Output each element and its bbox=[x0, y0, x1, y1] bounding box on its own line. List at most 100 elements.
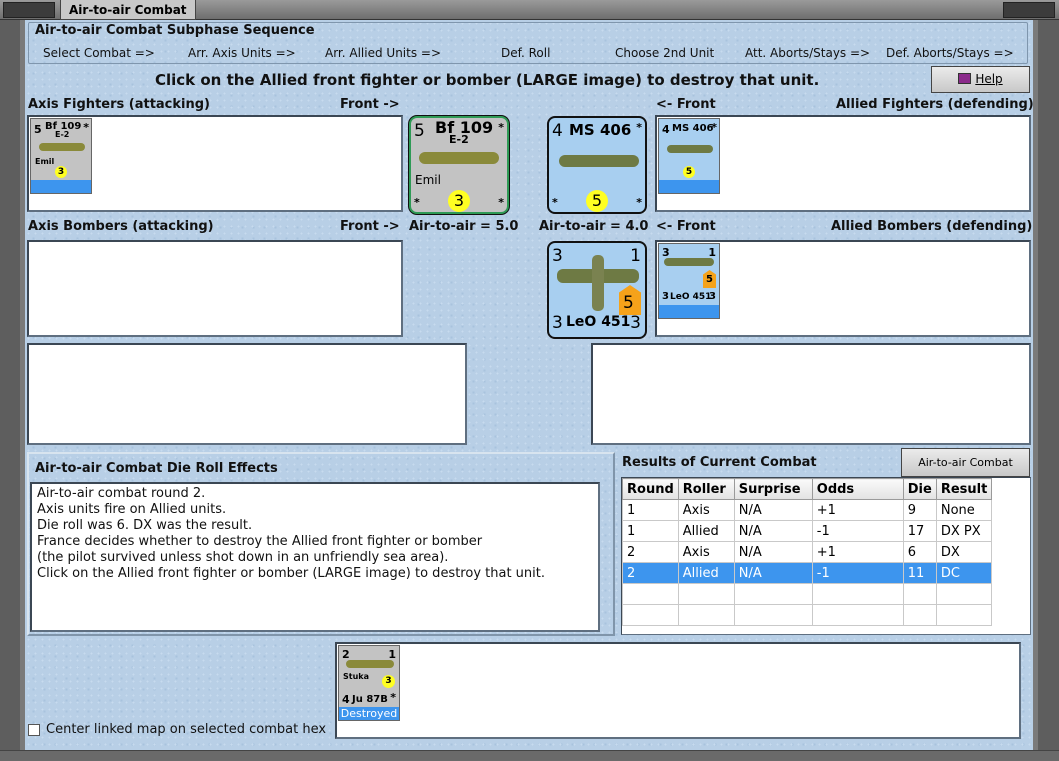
plane-icon bbox=[559, 155, 639, 167]
unit-star-br: * bbox=[498, 196, 504, 209]
col-die[interactable]: Die bbox=[902, 478, 937, 500]
allied-bomber-counter-small[interactable]: 3 1 5 3 LeO 451 3 bbox=[658, 243, 720, 319]
sequence-step-arr-allied: Arr. Allied Units => bbox=[325, 46, 442, 60]
unit-variant: E-2 bbox=[449, 133, 469, 146]
selected-band bbox=[659, 305, 719, 318]
allied-fighter-counter-small[interactable]: 4 MS 406 * 5 bbox=[658, 118, 720, 194]
unit-nickname: Emil bbox=[415, 173, 441, 187]
axis-fighters-front-label: Front -> bbox=[340, 97, 400, 112]
unit-bottom-left: 4 bbox=[342, 693, 350, 706]
allied-extra-panel[interactable] bbox=[591, 343, 1031, 445]
selected-band bbox=[31, 180, 91, 193]
system-menu-icon[interactable] bbox=[3, 2, 55, 18]
table-row-empty bbox=[622, 604, 993, 626]
effects-textbox[interactable]: Air-to-air combat round 2. Axis units fi… bbox=[30, 482, 600, 632]
cell-odds: +1 bbox=[811, 499, 904, 521]
rating-dot: 3 bbox=[382, 675, 395, 688]
unit-strength: 4 bbox=[662, 123, 670, 136]
axis-bombers-panel[interactable] bbox=[27, 240, 403, 337]
unit-top-right: 1 bbox=[630, 246, 641, 266]
allied-front-bomber-counter[interactable]: 3 1 5 3 LeO 451 3 bbox=[547, 241, 647, 339]
allied-bombers-label: Allied Bombers (defending) bbox=[831, 219, 1033, 234]
cell-odds: -1 bbox=[811, 562, 904, 584]
axis-extra-panel[interactable] bbox=[27, 343, 467, 445]
results-table: Round Roller Surprise Odds Die Result 1 … bbox=[622, 478, 993, 626]
selected-band bbox=[659, 180, 719, 193]
rating-value: 5 bbox=[706, 274, 713, 285]
cell-result: DC bbox=[935, 562, 993, 584]
sequence-step-def-roll: Def. Roll bbox=[501, 46, 551, 60]
unit-star: * bbox=[498, 121, 504, 134]
results-table-panel[interactable]: Round Roller Surprise Odds Die Result 1 … bbox=[621, 477, 1031, 635]
allied-front-fighter-counter[interactable]: 4 MS 406 * 5 * * bbox=[547, 116, 647, 214]
rating-dot: 3 bbox=[55, 166, 67, 178]
cell-roller: Axis bbox=[677, 541, 735, 563]
help-button[interactable]: Help bbox=[931, 66, 1030, 93]
col-roller[interactable]: Roller bbox=[677, 478, 735, 500]
rating-dot: 5 bbox=[683, 166, 695, 178]
help-button-label: Help bbox=[975, 72, 1003, 86]
table-row[interactable]: 1 Allied N/A -1 17 DX PX bbox=[622, 520, 993, 542]
cell-round: 1 bbox=[622, 520, 679, 542]
sequence-title: Air-to-air Combat Subphase Sequence bbox=[35, 23, 315, 38]
destroyed-unit-counter[interactable]: 2 1 Stuka 3 4 Ju 87B * Destroyed bbox=[338, 645, 400, 721]
unit-strength: 4 bbox=[552, 121, 563, 141]
title-bar: Air-to-air Combat bbox=[0, 0, 1059, 20]
axis-front-fighter-counter[interactable]: 5 Bf 109 E-2 * Emil 3 * * bbox=[409, 116, 509, 214]
cell-surprise: N/A bbox=[733, 499, 813, 521]
axis-bombers-front-label: Front -> bbox=[340, 219, 400, 234]
sequence-step-att-aborts: Att. Aborts/Stays => bbox=[745, 46, 871, 60]
unit-name: MS 406 bbox=[569, 121, 632, 139]
col-surprise[interactable]: Surprise bbox=[733, 478, 813, 500]
unit-name: Ju 87B bbox=[352, 694, 388, 705]
table-row[interactable]: 2 Axis N/A +1 6 DX bbox=[622, 541, 993, 563]
cell-surprise: N/A bbox=[733, 520, 813, 542]
rating-dot: 3 bbox=[448, 190, 470, 212]
unit-star-bl: * bbox=[414, 196, 420, 209]
unit-strength: 5 bbox=[414, 121, 425, 141]
unit-bottom-right: 3 bbox=[630, 313, 641, 333]
unit-nickname: Stuka bbox=[343, 672, 369, 681]
sequence-step-def-aborts: Def. Aborts/Stays => bbox=[886, 46, 1014, 60]
table-row[interactable]: 1 Axis N/A +1 9 None bbox=[622, 499, 993, 521]
rating-dot: 5 bbox=[586, 190, 608, 212]
cell-odds: +1 bbox=[811, 541, 904, 563]
cell-die: 17 bbox=[902, 520, 937, 542]
col-result[interactable]: Result bbox=[935, 478, 993, 500]
sequence-step-choose-2nd: Choose 2nd Unit bbox=[615, 46, 715, 60]
destroyed-units-panel[interactable]: 2 1 Stuka 3 4 Ju 87B * Destroyed bbox=[335, 642, 1021, 739]
bomber-plane-icon bbox=[664, 258, 714, 266]
cell-result: None bbox=[935, 499, 993, 521]
col-odds[interactable]: Odds bbox=[811, 478, 904, 500]
axis-bombers-label: Axis Bombers (attacking) bbox=[28, 219, 214, 234]
effects-title: Air-to-air Combat Die Roll Effects bbox=[35, 461, 278, 476]
table-row-selected[interactable]: 2 Allied N/A -1 11 DC bbox=[622, 562, 993, 584]
results-title: Results of Current Combat bbox=[622, 455, 817, 470]
axis-fighter-counter-small[interactable]: 5 Bf 109 E-2 * Emil 3 bbox=[30, 118, 92, 194]
unit-nickname: Emil bbox=[35, 157, 55, 166]
air-to-air-combat-chart-button[interactable]: Air-to-air Combat Chart bbox=[901, 448, 1030, 496]
allied-bombers-panel[interactable]: 3 1 5 3 LeO 451 3 bbox=[655, 240, 1031, 337]
help-book-icon bbox=[958, 73, 972, 84]
allied-fighters-panel[interactable]: 4 MS 406 * 5 bbox=[655, 115, 1031, 212]
allied-fighters-front-label: <- Front bbox=[656, 97, 716, 112]
cell-die: 11 bbox=[902, 562, 937, 584]
col-round[interactable]: Round bbox=[622, 478, 679, 500]
destroyed-status: Destroyed bbox=[339, 707, 399, 720]
unit-bottom-left: 3 bbox=[552, 313, 563, 333]
axis-fighters-panel[interactable]: 5 Bf 109 E-2 * Emil 3 bbox=[27, 115, 403, 212]
window-controls-icon[interactable] bbox=[1003, 2, 1055, 18]
unit-top-left: 3 bbox=[552, 246, 563, 266]
rating-value: 5 bbox=[623, 293, 634, 313]
window-title: Air-to-air Combat bbox=[60, 0, 196, 20]
cell-result: DX PX bbox=[935, 520, 993, 542]
center-map-checkbox[interactable] bbox=[28, 724, 40, 736]
axis-fighters-label: Axis Fighters (attacking) bbox=[28, 97, 210, 112]
cell-roller: Axis bbox=[677, 499, 735, 521]
cell-roller: Allied bbox=[677, 562, 735, 584]
cell-die: 9 bbox=[902, 499, 937, 521]
allied-bombers-front-label: <- Front bbox=[656, 219, 716, 234]
unit-name: LeO 451 bbox=[670, 292, 712, 302]
unit-star-br: * bbox=[636, 196, 642, 209]
plane-icon bbox=[419, 152, 499, 164]
